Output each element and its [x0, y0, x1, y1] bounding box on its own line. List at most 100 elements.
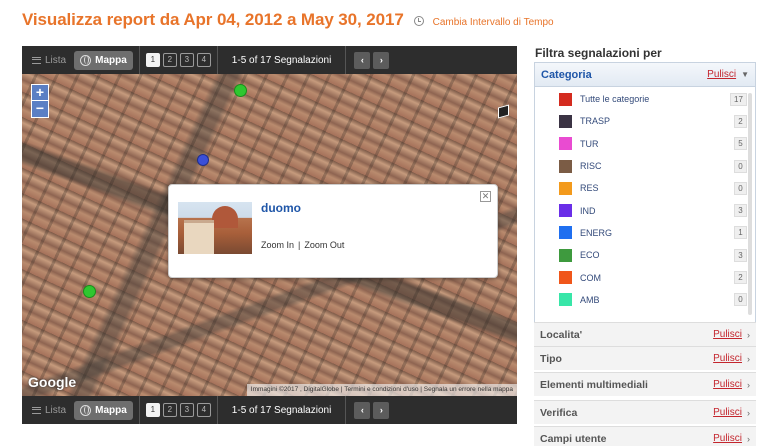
clear-link[interactable]: Pulisci [713, 379, 742, 390]
category-item[interactable]: RISC 0 [535, 155, 747, 177]
category-item[interactable]: AMB 0 [535, 289, 747, 311]
category-count: 0 [734, 159, 747, 173]
page-button-2[interactable]: 2 [162, 53, 177, 67]
chevron-right-icon: › [747, 379, 750, 390]
list-view-label: Lista [45, 54, 67, 66]
category-count: 3 [734, 204, 747, 218]
category-label: RISC [580, 161, 602, 172]
filter-section-tipo[interactable]: Tipo Pulisci › [534, 346, 756, 370]
page-button-4[interactable]: 4 [196, 403, 211, 417]
category-label: TUR [580, 138, 599, 149]
map-view-button[interactable]: Mappa [74, 400, 133, 420]
map-marker[interactable] [83, 285, 96, 298]
clear-link[interactable]: Pulisci [713, 407, 742, 418]
map-view-button[interactable]: Mappa [74, 50, 133, 70]
category-clear-link[interactable]: Pulisci [707, 69, 736, 80]
page-button-4[interactable]: 4 [196, 53, 211, 67]
popup-title-link[interactable]: duomo [261, 201, 301, 215]
count-group: 1-5 of 17 Segnalazioni [218, 46, 347, 74]
sidebar-title: Filtra segnalazioni per [535, 46, 662, 60]
report-count: 1-5 of 17 Segnalazioni [231, 404, 332, 416]
clear-link[interactable]: Pulisci [713, 433, 742, 444]
category-item[interactable]: TRASP 2 [535, 110, 747, 132]
popup-zoom-in-link[interactable]: Zoom In [261, 240, 294, 250]
page-button-2[interactable]: 2 [162, 403, 177, 417]
list-icon [32, 56, 41, 64]
satellite-map[interactable]: + − ✕ duomo Zoom In | Zoom Out Google Imma… [22, 74, 517, 396]
map-marker-selected[interactable] [197, 154, 209, 166]
list-view-button[interactable]: Lista [28, 405, 70, 416]
page-button-1[interactable]: 1 [145, 53, 160, 67]
category-label: Tutte le categorie [580, 94, 650, 105]
clock-icon [414, 16, 425, 26]
zoom-controls: + − [31, 84, 49, 118]
next-page-button[interactable]: › [373, 51, 390, 69]
next-page-button[interactable]: › [373, 401, 390, 419]
page-button-3[interactable]: 3 [179, 403, 194, 417]
filter-sidebar: Filtra segnalazioni per Categoria Pulisc… [532, 42, 760, 446]
page-button-3[interactable]: 3 [179, 53, 194, 67]
category-label: ENERG [580, 227, 613, 238]
category-count: 5 [734, 137, 747, 151]
map-popup: ✕ duomo Zoom In | Zoom Out [168, 184, 498, 278]
globe-icon [80, 404, 92, 416]
category-list: Tutte le categorie 17 TRASP 2 TUR 5 RISC… [535, 88, 747, 324]
chevron-down-icon: ▼ [741, 70, 749, 79]
clear-link[interactable]: Pulisci [713, 329, 742, 340]
pagination: 1 2 3 4 [140, 46, 218, 74]
category-count: 1 [734, 226, 747, 240]
bottom-toolbar: Lista Mappa 1 2 3 4 1-5 of 17 Segnalazio… [22, 396, 517, 424]
clear-link[interactable]: Pulisci [713, 353, 742, 364]
filter-section-campi-utente[interactable]: Campi utente Pulisci › [534, 426, 756, 446]
filter-section-label: Elementi multimediali [540, 378, 648, 391]
map-marker[interactable] [234, 84, 247, 97]
category-color-swatch [559, 204, 572, 218]
prev-page-button[interactable]: ‹ [354, 51, 371, 69]
category-item[interactable]: ECO 3 [535, 244, 747, 266]
category-item[interactable]: IND 3 [535, 199, 747, 221]
category-label: TRASP [580, 116, 611, 127]
chevron-right-icon: › [747, 353, 750, 364]
category-count: 2 [734, 114, 747, 128]
category-item[interactable]: RES 0 [535, 177, 747, 199]
zoom-in-button[interactable]: + [31, 84, 49, 101]
category-color-swatch [559, 181, 572, 195]
category-header-label: Categoria [541, 68, 592, 81]
category-header[interactable]: Categoria Pulisci ▼ [535, 63, 755, 87]
top-toolbar: Lista Mappa 1 2 3 4 1-5 of 17 Segnalazio… [22, 46, 517, 74]
map-credits[interactable]: Immagini ©2017 , DigitalGlobe | Termini … [246, 384, 517, 396]
category-item[interactable]: Tutte le categorie 17 [535, 88, 747, 110]
filter-section-localita[interactable]: Localita' Pulisci › [534, 322, 756, 346]
change-range-link[interactable]: Cambia Intervallo di Tempo [433, 17, 554, 28]
category-color-swatch [559, 159, 572, 173]
filter-section-label: Verifica [540, 406, 578, 419]
category-color-swatch [559, 226, 572, 240]
category-count: 3 [734, 248, 747, 262]
filter-section-media[interactable]: Elementi multimediali Pulisci › [534, 372, 756, 396]
view-toggle: Lista Mappa [22, 396, 140, 424]
report-thumbnail[interactable] [178, 202, 252, 254]
category-count: 0 [734, 181, 747, 195]
category-count: 0 [734, 293, 747, 307]
page-button-1[interactable]: 1 [145, 403, 160, 417]
pagination: 1 2 3 4 [140, 396, 218, 424]
category-scrollbar[interactable] [748, 93, 752, 315]
category-count: 2 [734, 271, 747, 285]
report-title: Visualizza report da Apr 04, 2012 a May … [22, 10, 404, 29]
zoom-out-button[interactable]: − [31, 101, 49, 118]
filter-section-verifica[interactable]: Verifica Pulisci › [534, 400, 756, 424]
chevron-right-icon: › [747, 407, 750, 418]
prev-page-button[interactable]: ‹ [354, 401, 371, 419]
list-view-button[interactable]: Lista [28, 55, 70, 66]
popup-zoom-out-link[interactable]: Zoom Out [304, 240, 344, 250]
popup-separator: | [298, 240, 301, 250]
list-icon [32, 406, 41, 414]
category-filter: Categoria Pulisci ▼ Tutte le categorie 1… [534, 62, 756, 324]
category-item[interactable]: COM 2 [535, 266, 747, 288]
category-item[interactable]: ENERG 1 [535, 222, 747, 244]
close-icon[interactable]: ✕ [480, 191, 491, 202]
category-color-swatch [559, 271, 572, 285]
category-color-swatch [559, 114, 572, 128]
category-item[interactable]: TUR 5 [535, 133, 747, 155]
list-view-label: Lista [45, 404, 67, 416]
